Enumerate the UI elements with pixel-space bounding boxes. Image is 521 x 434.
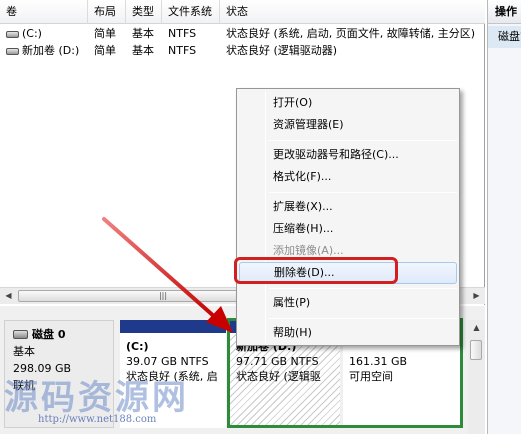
watermark-url: http://www.net188.com — [38, 414, 157, 425]
highlight-ring — [234, 257, 398, 284]
watermark-text: 源码资源网 — [4, 378, 189, 418]
menu-separator — [269, 288, 457, 289]
vertical-scrollbar[interactable]: ▲ — [468, 320, 485, 434]
drive-icon — [6, 48, 19, 55]
partition-size: 97.71 GB NTFS — [236, 355, 319, 368]
volume-name: (C:) — [22, 27, 42, 40]
disk-icon — [13, 330, 28, 339]
menu-separator — [269, 140, 457, 141]
partition-status: 可用空间 — [349, 370, 393, 383]
layout-cell: 简单 — [94, 44, 116, 57]
menu-separator — [269, 318, 457, 319]
menu-item-change-drive-letter[interactable]: 更改驱动器号和路径(C)... — [239, 144, 457, 166]
volume-list-header: 卷 布局 类型 文件系统 状态 — [0, 0, 485, 24]
menu-item-format[interactable]: 格式化(F)... — [239, 166, 457, 188]
actions-item-disk-management[interactable]: 磁盘管理 — [488, 26, 521, 48]
filesystem-cell: NTFS — [168, 44, 197, 57]
column-header-filesystem[interactable]: 文件系统 — [162, 0, 220, 24]
menu-item-explorer[interactable]: 资源管理器(E) — [239, 114, 457, 136]
partition-bar — [120, 320, 226, 334]
vertical-scrollbar-thumb[interactable] — [470, 340, 482, 360]
disk-type: 基本 — [13, 345, 35, 358]
scroll-left-arrow-icon[interactable]: ◀ — [0, 288, 17, 304]
status-cell: 状态良好 (逻辑驱动器) — [226, 44, 338, 57]
volume-row-d[interactable]: 新加卷 (D:) 简单 基本 NTFS 状态良好 (逻辑驱动器) — [0, 42, 485, 59]
scroll-right-arrow-icon[interactable]: ▶ — [468, 288, 485, 304]
column-header-volume[interactable]: 卷 — [0, 0, 88, 24]
menu-separator — [269, 192, 457, 193]
partition-name: (C:) — [126, 340, 149, 353]
type-cell: 基本 — [132, 27, 154, 40]
status-cell: 状态良好 (系统, 启动, 页面文件, 故障转储, 主分区) — [226, 27, 476, 40]
menu-item-help[interactable]: 帮助(H) — [239, 322, 457, 344]
partition-size: 161.31 GB — [349, 355, 408, 368]
disk-name: 磁盘 0 — [32, 328, 66, 341]
column-header-type[interactable]: 类型 — [126, 0, 162, 24]
partition-status: 状态良好 (逻辑驱 — [236, 370, 321, 383]
volume-cell: (C:) — [0, 25, 88, 42]
actions-pane: 操作 磁盘管理 — [487, 0, 521, 434]
type-cell: 基本 — [132, 44, 154, 57]
actions-title: 操作 — [488, 0, 521, 24]
menu-item-properties[interactable]: 属性(P) — [239, 292, 457, 314]
scroll-up-arrow-icon[interactable]: ▲ — [468, 320, 485, 336]
disk-title: 磁盘 0 — [13, 326, 105, 343]
column-header-status[interactable]: 状态 — [220, 0, 485, 24]
volume-cell: 新加卷 (D:) — [0, 42, 88, 59]
column-header-layout[interactable]: 布局 — [88, 0, 126, 24]
layout-cell: 简单 — [94, 27, 116, 40]
filesystem-cell: NTFS — [168, 27, 197, 40]
volume-name: 新加卷 (D:) — [22, 44, 80, 57]
context-menu: 打开(O) 资源管理器(E) 更改驱动器号和路径(C)... 格式化(F)...… — [236, 88, 460, 346]
volume-row-c[interactable]: (C:) 简单 基本 NTFS 状态良好 (系统, 启动, 页面文件, 故障转储… — [0, 25, 485, 42]
menu-item-shrink-volume[interactable]: 压缩卷(H)... — [239, 218, 457, 240]
menu-item-extend-volume[interactable]: 扩展卷(X)... — [239, 196, 457, 218]
drive-icon — [6, 31, 19, 38]
partition-size: 39.07 GB NTFS — [126, 355, 209, 368]
menu-item-open[interactable]: 打开(O) — [239, 92, 457, 114]
